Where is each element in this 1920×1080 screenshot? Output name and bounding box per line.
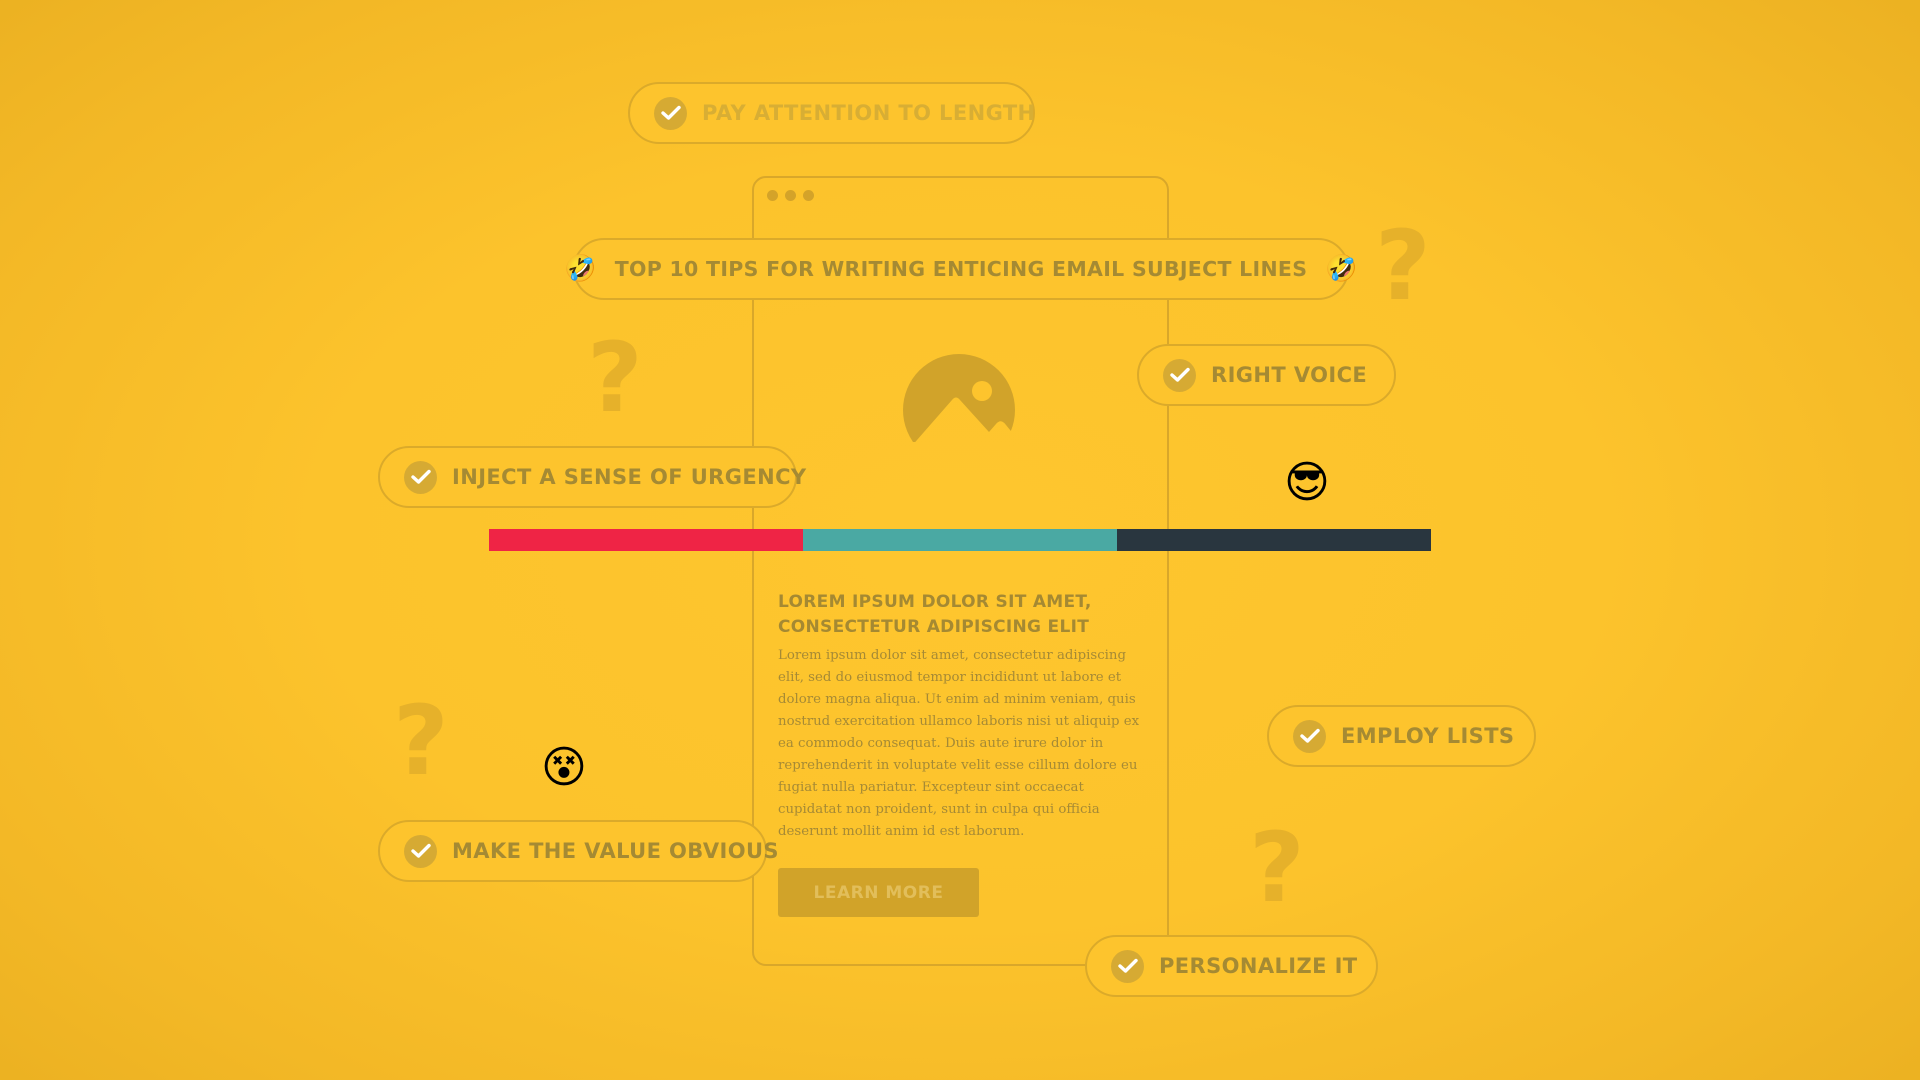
check-icon bbox=[404, 834, 437, 868]
laughing-emoji-icon: 🤣 bbox=[1325, 254, 1358, 284]
color-bar-segment-1 bbox=[489, 529, 803, 551]
content-body-text: Lorem ipsum dolor sit amet, consectetur … bbox=[778, 648, 1140, 839]
window-dot-icon bbox=[767, 190, 778, 201]
check-icon bbox=[1111, 949, 1144, 983]
tip-pill-urgency: Inject a sense of urgency bbox=[378, 446, 806, 508]
tip-label: Inject a sense of urgency bbox=[452, 465, 807, 489]
window-dots bbox=[767, 190, 814, 201]
window-dot-icon bbox=[785, 190, 796, 201]
tip-label: Employ lists bbox=[1341, 724, 1515, 748]
color-bar-segment-3 bbox=[1116, 529, 1431, 551]
tip-label: Make the value obvious bbox=[452, 839, 779, 863]
laughing-emoji-icon: 🤣 bbox=[564, 254, 597, 284]
check-icon bbox=[654, 96, 687, 130]
learn-more-button[interactable]: Learn more bbox=[778, 868, 979, 917]
tip-pill-personalize: Personalize it bbox=[1085, 935, 1378, 997]
headline-pill: 🤣 Top 10 tips for writing enticing email… bbox=[564, 238, 1358, 300]
tip-label: Personalize it bbox=[1159, 954, 1358, 978]
sunglasses-emoji-icon: 😎 bbox=[1284, 457, 1330, 508]
color-progress-bar bbox=[489, 529, 1431, 551]
headline-text: Top 10 tips for writing enticing email s… bbox=[614, 257, 1308, 281]
tip-pill-lists: Employ lists bbox=[1267, 705, 1536, 767]
check-icon bbox=[404, 460, 437, 494]
content-heading: Lorem ipsum dolor sit amet, consectetur … bbox=[778, 592, 1092, 637]
image-placeholder-icon bbox=[903, 354, 1015, 442]
question-mark-decoration: ? bbox=[1375, 210, 1431, 322]
tip-label: Pay attention to length bbox=[702, 101, 1036, 125]
question-mark-decoration: ? bbox=[1249, 812, 1305, 924]
check-icon bbox=[1163, 358, 1196, 392]
check-icon bbox=[1293, 719, 1326, 753]
color-bar-segment-2 bbox=[802, 529, 1117, 551]
dizzy-face-emoji-icon: 😵 bbox=[541, 742, 587, 793]
question-mark-decoration: ? bbox=[393, 685, 449, 797]
window-dot-icon bbox=[803, 190, 814, 201]
tip-pill-voice: Right voice bbox=[1137, 344, 1396, 406]
question-mark-decoration: ? bbox=[587, 322, 643, 434]
tip-label: Right voice bbox=[1211, 363, 1368, 387]
tip-pill-length: Pay attention to length bbox=[628, 82, 1035, 144]
tip-pill-value: Make the value obvious bbox=[378, 820, 779, 882]
